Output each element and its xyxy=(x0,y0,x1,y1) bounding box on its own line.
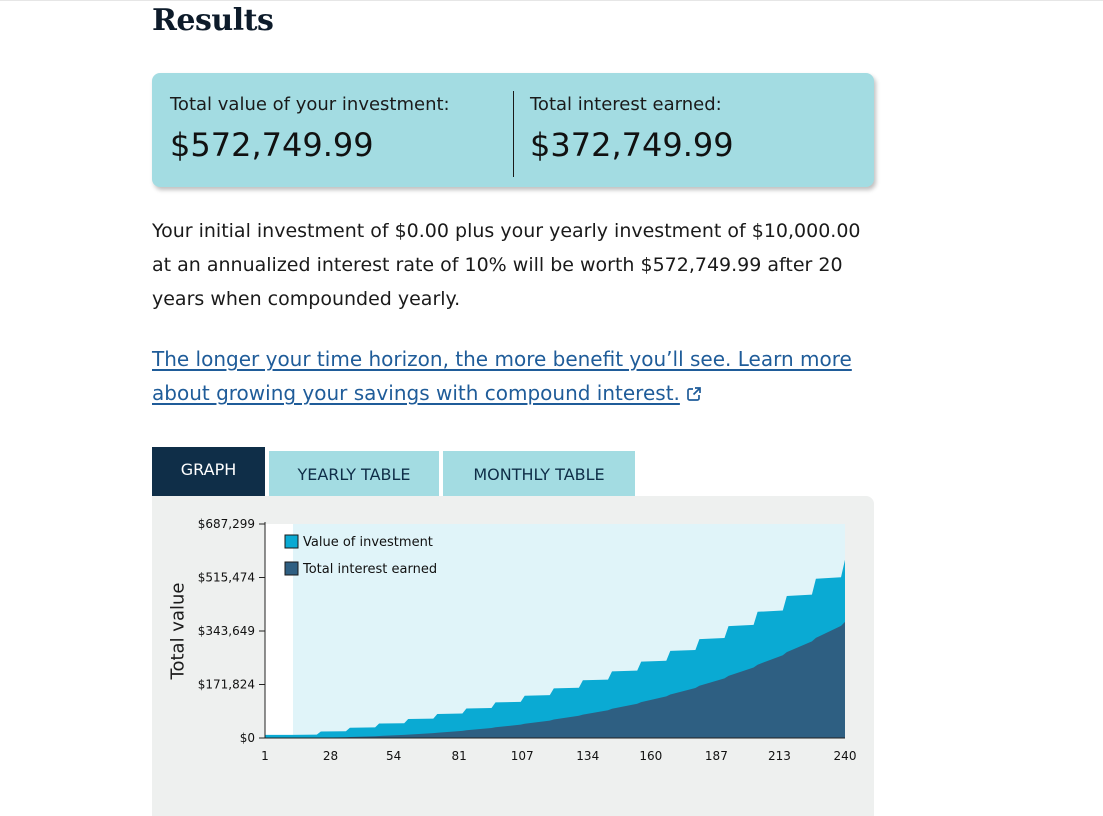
top-rule xyxy=(0,0,1103,1)
compound-interest-link-text: The longer your time horizon, the more b… xyxy=(152,347,852,405)
x-tick-label: 134 xyxy=(576,749,599,763)
total-value-label: Total value of your investment: xyxy=(170,94,450,115)
x-tick-label: 28 xyxy=(323,749,338,763)
compound-interest-link[interactable]: The longer your time horizon, the more b… xyxy=(152,342,852,412)
x-tick-label: 187 xyxy=(705,749,728,763)
x-tick-label: 81 xyxy=(452,749,467,763)
y-tick-label: $515,474 xyxy=(198,571,255,585)
tab-monthly-table[interactable]: MONTHLY TABLE xyxy=(443,451,635,498)
external-link-icon xyxy=(686,378,702,412)
chart-panel: $0 $171,824 $343,649 $515,474 $687,299 1 28 54 8… xyxy=(152,496,874,816)
total-interest-amount: $372,749.99 xyxy=(530,126,734,164)
x-tick-label: 213 xyxy=(768,749,791,763)
legend-label: Total interest earned xyxy=(302,562,437,577)
total-value-section: Total value of your investment: $572,749… xyxy=(170,73,510,187)
y-tick-label: $687,299 xyxy=(198,517,255,531)
legend-swatch xyxy=(284,534,299,549)
total-value-amount: $572,749.99 xyxy=(170,126,374,164)
legend-label: Value of investment xyxy=(303,535,433,550)
total-interest-label: Total interest earned: xyxy=(530,94,722,115)
y-tick-label: $0 xyxy=(240,731,255,745)
legend-swatch xyxy=(284,561,299,576)
results-summary-card: Total value of your investment: $572,749… xyxy=(152,73,874,187)
y-tick-label: $343,649 xyxy=(198,624,255,638)
x-tick-label: 240 xyxy=(834,749,857,763)
x-tick-label: 1 xyxy=(261,749,269,763)
x-tick-label: 54 xyxy=(386,749,401,763)
x-tick-label: 107 xyxy=(511,749,534,763)
y-tick-label: $171,824 xyxy=(198,678,255,692)
plot-area-left-margin xyxy=(265,524,293,738)
total-interest-section: Total interest earned: $372,749.99 xyxy=(530,73,860,187)
page-title: Results xyxy=(152,3,274,38)
tab-graph[interactable]: GRAPH xyxy=(152,447,265,498)
chart-y-axis-label: Total value xyxy=(167,582,189,680)
results-description: Your initial investment of $0.00 plus yo… xyxy=(152,220,861,310)
summary-divider xyxy=(513,91,514,177)
x-tick-label: 160 xyxy=(639,749,662,763)
tab-yearly-table[interactable]: YEARLY TABLE xyxy=(269,451,439,498)
growth-chart: $0 $171,824 $343,649 $515,474 $687,299 1 28 54 8… xyxy=(198,517,857,763)
